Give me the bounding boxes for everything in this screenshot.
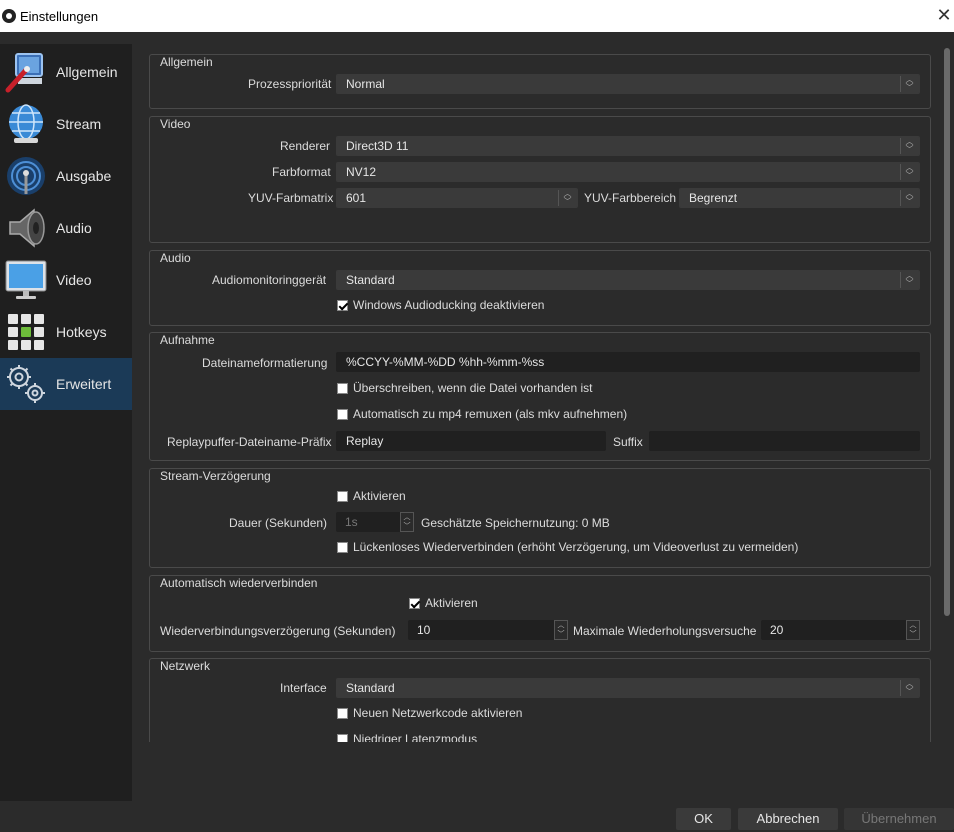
renderer-label: Renderer: [280, 139, 331, 153]
checkbox-checked-icon: [337, 299, 348, 311]
keyboard-icon: [2, 308, 50, 356]
broadcast-output-icon: [2, 152, 50, 200]
chevron-updown-icon: ︿ ﹀: [900, 190, 918, 206]
recording-group: Aufnahme Dateinameformatierung %CCYY-%MM…: [149, 332, 931, 461]
cancel-button[interactable]: Abbrechen: [738, 808, 838, 830]
filename-format-label: Dateinameformatierung: [202, 356, 328, 370]
globe-stream-icon: [2, 100, 50, 148]
process-priority-label: Prozesspriorität: [248, 77, 332, 91]
sidebar-item-audio[interactable]: Audio: [0, 202, 132, 254]
reconnect-enable-checkbox[interactable]: Aktivieren: [409, 596, 478, 610]
window-title: Einstellungen: [20, 8, 99, 24]
sidebar-item-stream[interactable]: Stream: [0, 98, 132, 150]
audio-group: Audio Audiomonitoringgerät Standard ︿ ﹀ W…: [149, 250, 931, 326]
checkbox-unchecked-icon: [337, 733, 348, 742]
sidebar-item-label: Allgemein: [56, 64, 118, 80]
stream-delay-group: Stream-Verzögerung Aktivieren Dauer (Sek…: [149, 468, 931, 568]
replay-prefix-label: Replaypuffer-Dateiname-Präfix: [167, 435, 332, 449]
sidebar-item-label: Ausgabe: [56, 168, 112, 184]
max-retries-label: Maximale Wiederholungsversuche: [573, 624, 757, 638]
spin-arrows-icon[interactable]: ︿ ﹀: [554, 620, 568, 640]
chevron-updown-icon: ︿ ﹀: [900, 164, 918, 180]
auto-reconnect-group: Automatisch wiederverbinden Aktivieren W…: [149, 575, 931, 652]
delay-duration-label: Dauer (Sekunden): [229, 516, 328, 530]
renderer-select[interactable]: Direct3D 11 ︿ ﹀: [336, 136, 920, 156]
memory-usage-label: Geschätzte Speichernutzung: 0 MB: [421, 516, 610, 530]
chevron-updown-icon: ︿ ﹀: [900, 76, 918, 92]
new-network-code-checkbox[interactable]: Neuen Netzwerkcode aktivieren: [337, 706, 522, 720]
sidebar-item-hotkeys[interactable]: Hotkeys: [0, 306, 132, 358]
general-group: Allgemein Prozesspriorität Normal ︿ ﹀: [149, 54, 931, 109]
chevron-updown-icon: ︿ ﹀: [558, 190, 576, 206]
checkbox-checked-icon: [409, 597, 420, 609]
max-retries-spinbox[interactable]: 20 ︿ ﹀: [761, 620, 920, 640]
group-title: Aufnahme: [160, 333, 215, 347]
gears-icon: [2, 360, 50, 408]
settings-content: Allgemein Prozesspriorität Normal ︿ ﹀ Vid…: [132, 44, 940, 742]
spin-arrows-icon[interactable]: ︿ ﹀: [906, 620, 920, 640]
monitor-icon: [2, 256, 50, 304]
vertical-scrollbar[interactable]: [940, 44, 954, 742]
reconnect-delay-label: Wiederverbindungsverzögerung (Sekunden): [160, 624, 396, 638]
audio-monitor-select[interactable]: Standard ︿ ﹀: [336, 270, 920, 290]
group-title: Stream-Verzögerung: [160, 469, 271, 483]
replay-prefix-input[interactable]: Replay: [336, 431, 606, 451]
obs-logo-icon: [2, 9, 16, 23]
checkbox-unchecked-icon: [337, 707, 348, 719]
sidebar-item-ausgabe[interactable]: Ausgabe: [0, 150, 132, 202]
suffix-input[interactable]: [649, 431, 920, 451]
close-icon[interactable]: ✕: [934, 0, 954, 32]
group-title: Automatisch wiederverbinden: [160, 576, 318, 590]
ok-button[interactable]: OK: [676, 808, 731, 830]
video-group: Video Renderer Direct3D 11 ︿ ﹀ Farbformat…: [149, 116, 931, 243]
apply-button[interactable]: Übernehmen: [844, 808, 954, 830]
checkbox-unchecked-icon: [337, 382, 348, 394]
checkbox-unchecked-icon: [337, 408, 348, 420]
yuv-matrix-select[interactable]: 601 ︿ ﹀: [336, 188, 578, 208]
interface-select[interactable]: Standard ︿ ﹀: [336, 678, 920, 698]
auto-remux-checkbox[interactable]: Automatisch zu mp4 remuxen (als mkv aufn…: [337, 407, 627, 421]
yuv-range-select[interactable]: Begrenzt ︿ ﹀: [679, 188, 920, 208]
sidebar-item-erweitert[interactable]: Erweitert: [0, 358, 132, 410]
network-group: Netzwerk Interface Standard ︿ ﹀ Neuen Net…: [149, 658, 931, 742]
filename-format-input[interactable]: %CCYY-%MM-%DD %hh-%mm-%ss: [336, 352, 920, 372]
sidebar-item-video[interactable]: Video: [0, 254, 132, 306]
suffix-label: Suffix: [613, 435, 643, 449]
group-title: Netzwerk: [160, 659, 211, 673]
scrollbar-thumb[interactable]: [944, 48, 950, 616]
spin-arrows-icon[interactable]: ︿ ﹀: [400, 512, 414, 532]
group-title: Allgemein: [160, 55, 213, 69]
sidebar-item-label: Audio: [56, 220, 92, 236]
sidebar-item-label: Hotkeys: [56, 324, 107, 340]
stream-delay-enable-checkbox[interactable]: Aktivieren: [337, 489, 406, 503]
overwrite-checkbox[interactable]: Überschreiben, wenn die Datei vorhanden …: [337, 381, 592, 395]
title-bar: Einstellungen ✕: [0, 0, 954, 32]
sidebar-item-allgemein[interactable]: Allgemein: [0, 46, 132, 98]
delay-duration-spinbox[interactable]: 1s ︿ ﹀: [336, 512, 414, 532]
color-format-select[interactable]: NV12 ︿ ﹀: [336, 162, 920, 182]
sidebar-item-label: Video: [56, 272, 92, 288]
settings-sidebar: Allgemein Stream Ausgabe Audio Video Hot…: [0, 44, 132, 801]
general-settings-icon: [2, 48, 50, 96]
group-title: Audio: [160, 251, 191, 265]
audio-ducking-checkbox[interactable]: Windows Audioducking deaktivieren: [337, 298, 544, 312]
chevron-updown-icon: ︿ ﹀: [900, 138, 918, 154]
reconnect-delay-spinbox[interactable]: 10 ︿ ﹀: [408, 620, 568, 640]
audio-monitor-label: Audiomonitoringgerät: [212, 273, 327, 287]
preserve-cutoff-checkbox[interactable]: Lückenloses Wiederverbinden (erhöht Verz…: [337, 540, 798, 554]
yuv-matrix-label: YUV-Farbmatrix: [248, 191, 334, 205]
checkbox-unchecked-icon: [337, 490, 348, 502]
checkbox-unchecked-icon: [337, 541, 348, 553]
low-latency-checkbox[interactable]: Niedriger Latenzmodus: [337, 732, 477, 742]
speaker-icon: [2, 204, 50, 252]
sidebar-item-label: Stream: [56, 116, 102, 132]
process-priority-select[interactable]: Normal ︿ ﹀: [336, 74, 920, 94]
interface-label: Interface: [280, 681, 327, 695]
sidebar-item-label: Erweitert: [56, 376, 112, 392]
yuv-range-label: YUV-Farbbereich: [584, 191, 677, 205]
chevron-updown-icon: ︿ ﹀: [900, 680, 918, 696]
color-format-label: Farbformat: [272, 165, 331, 179]
group-title: Video: [160, 117, 191, 131]
chevron-updown-icon: ︿ ﹀: [900, 272, 918, 288]
